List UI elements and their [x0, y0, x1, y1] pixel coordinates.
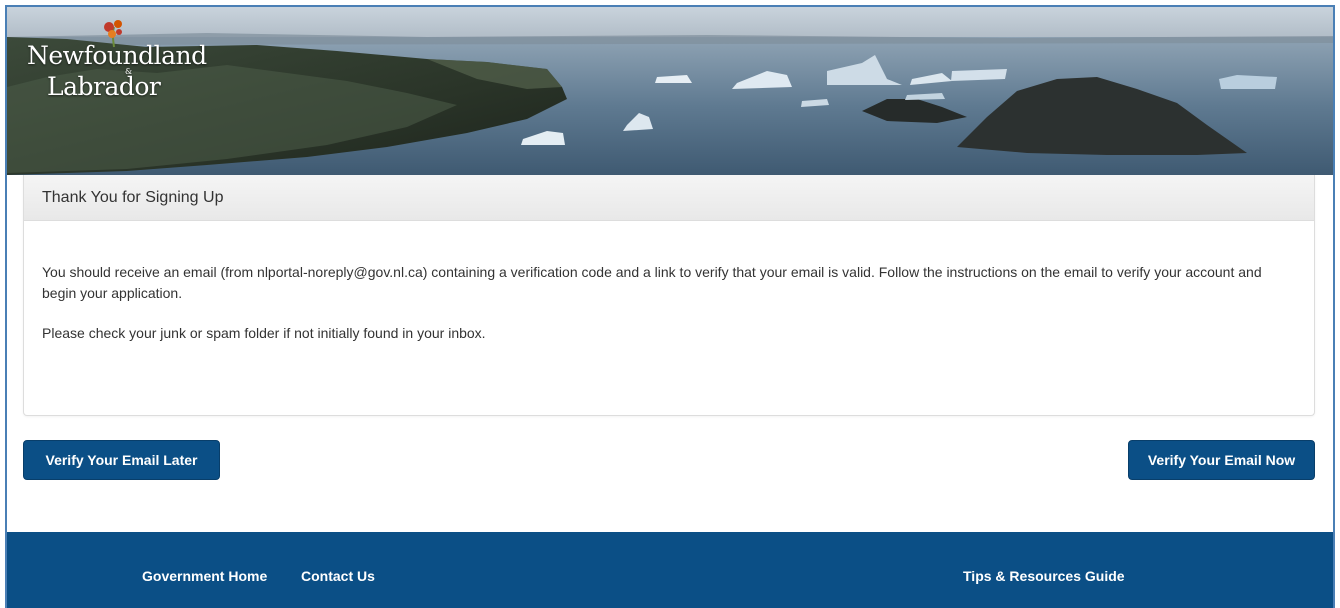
footer-link-tips-resources[interactable]: Tips & Resources Guide	[963, 568, 1125, 584]
footer-link-contact-us[interactable]: Contact Us	[301, 568, 375, 584]
panel-title: Thank You for Signing Up	[24, 175, 1314, 221]
spam-folder-note: Please check your junk or spam folder if…	[42, 325, 486, 341]
panel-body: You should receive an email (from nlport…	[24, 221, 1314, 344]
footer: Government Home Contact Us Tips & Resour…	[7, 532, 1333, 608]
nl-logo[interactable]: Newfoundland & Labrador	[27, 20, 207, 101]
signup-confirmation-panel: Thank You for Signing Up You should rece…	[23, 175, 1315, 416]
header-banner: Newfoundland & Labrador	[7, 7, 1333, 175]
verification-instructions: You should receive an email (from nlport…	[42, 264, 1262, 301]
verify-email-later-button[interactable]: Verify Your Email Later	[23, 440, 220, 480]
logo-ampersand: &	[125, 67, 133, 76]
footer-link-government-home[interactable]: Government Home	[142, 568, 267, 584]
verify-email-now-button[interactable]: Verify Your Email Now	[1128, 440, 1315, 480]
page-frame: Newfoundland & Labrador Thank You for Si…	[5, 5, 1335, 608]
logo-line2: Labrador	[47, 72, 161, 101]
pitcher-plant-flower-icon	[104, 20, 122, 48]
